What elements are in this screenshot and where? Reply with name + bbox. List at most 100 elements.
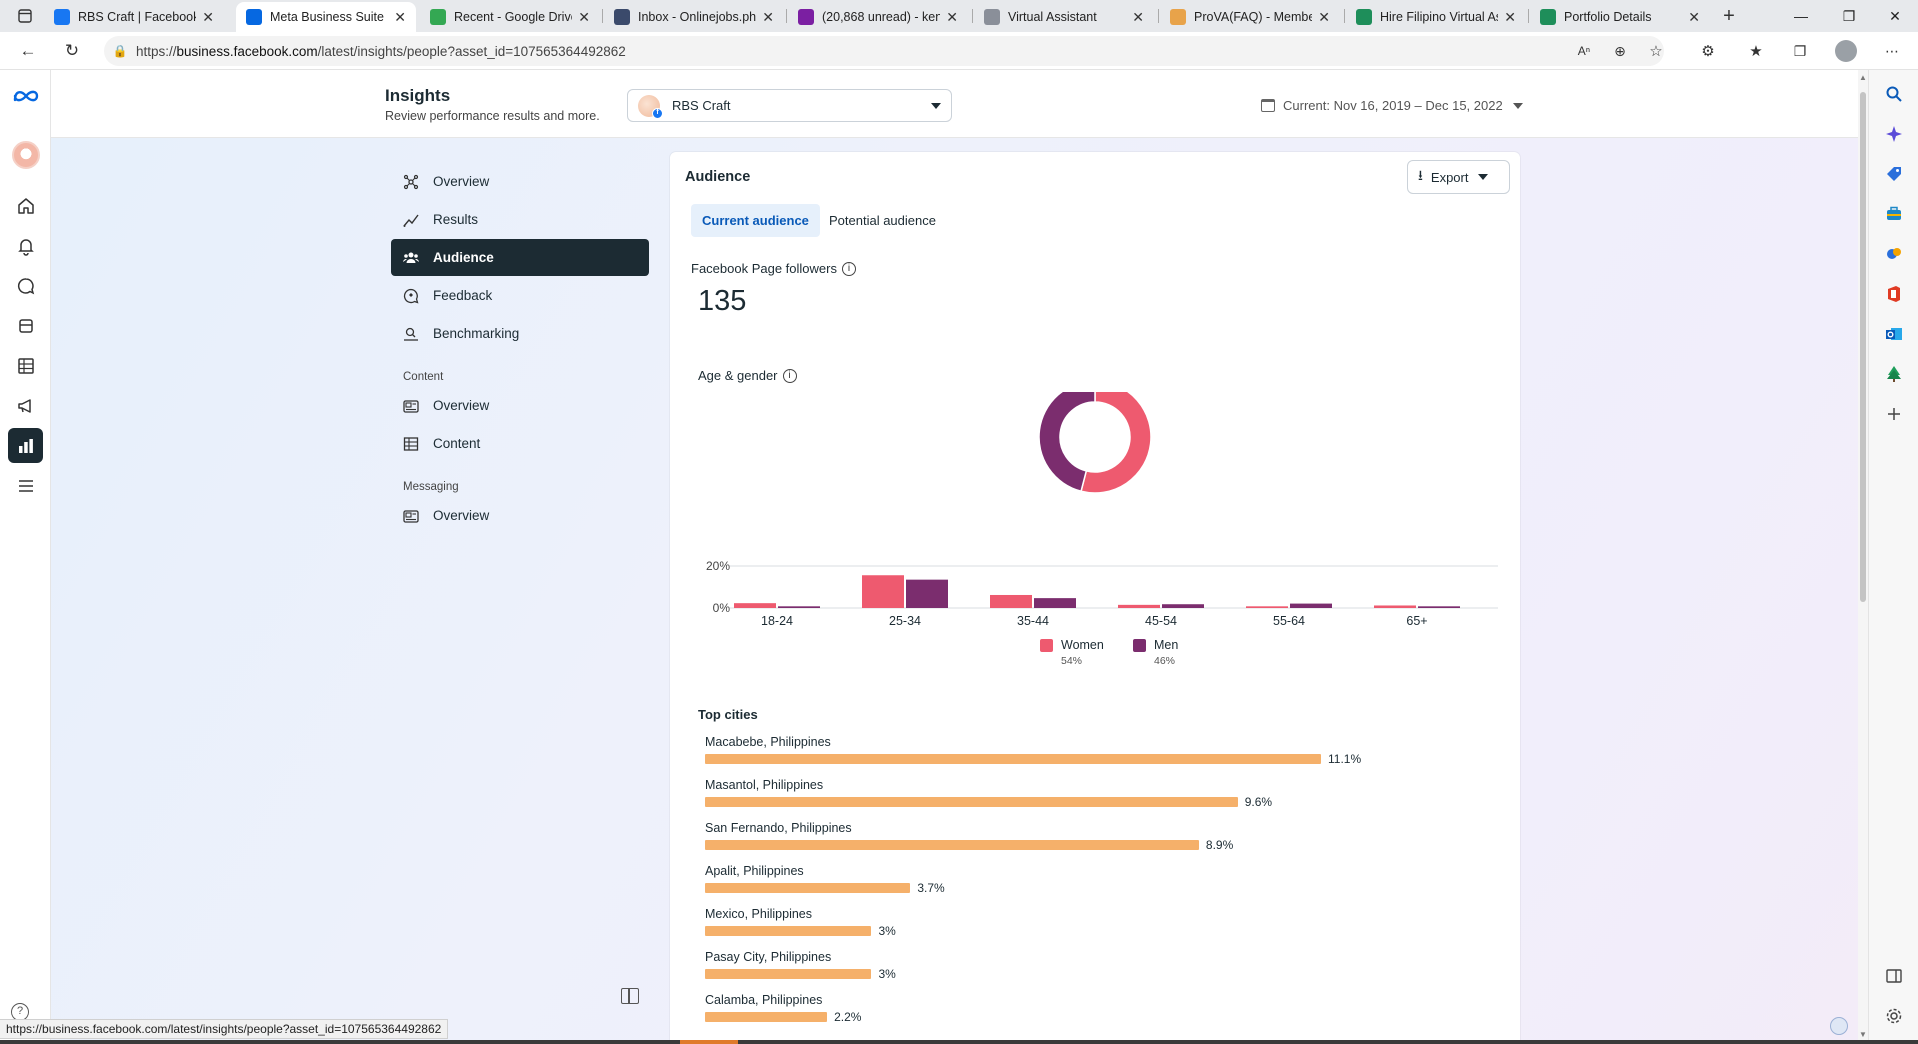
- notifications-bell-icon[interactable]: [8, 228, 43, 263]
- followers-label: Facebook Page followers i: [691, 261, 856, 276]
- close-tab-icon[interactable]: ✕: [1318, 9, 1330, 26]
- insights-chart-icon[interactable]: [8, 428, 43, 463]
- favorite-star-icon[interactable]: ☆: [1640, 32, 1672, 70]
- scroll-up-arrow-icon[interactable]: ▲: [1858, 73, 1868, 82]
- x-tick-label: 55-64: [1273, 614, 1305, 628]
- browser-tab[interactable]: Virtual Assistant ✕: [974, 2, 1154, 32]
- zoom-icon[interactable]: ⊕: [1604, 32, 1636, 70]
- close-tab-icon[interactable]: ✕: [946, 9, 958, 26]
- bookmark-icon: [1356, 9, 1372, 25]
- favorites-icon[interactable]: ★: [1740, 32, 1772, 70]
- messaging-overview-icon: [401, 506, 421, 526]
- account-selector[interactable]: f RBS Craft: [627, 89, 952, 122]
- browser-tab[interactable]: Inbox - Onlinejobs.ph ✕: [604, 2, 784, 32]
- tab-potential-audience[interactable]: Potential audience: [818, 204, 947, 237]
- all-tools-menu-icon[interactable]: [8, 468, 43, 503]
- search-icon[interactable]: [1884, 84, 1904, 104]
- page-subtitle: Review performance results and more.: [385, 109, 600, 123]
- nav-item-audience[interactable]: Audience: [391, 239, 649, 276]
- browser-tab[interactable]: Meta Business Suite ✕: [236, 2, 416, 32]
- close-tab-icon[interactable]: ✕: [1132, 9, 1144, 26]
- export-button[interactable]: ⭳ Export: [1407, 160, 1510, 194]
- google-drive-icon: [430, 9, 446, 25]
- nav-item-content-overview[interactable]: Overview: [391, 387, 649, 424]
- info-icon[interactable]: i: [841, 261, 856, 276]
- browser-tab[interactable]: Portfolio Details ✕: [1530, 2, 1710, 32]
- back-arrow-icon[interactable]: ←: [12, 32, 44, 70]
- profile-avatar-icon[interactable]: [1830, 32, 1862, 70]
- page-scrollbar[interactable]: ▲ ▼: [1858, 70, 1868, 1044]
- minimize-button[interactable]: —: [1778, 0, 1824, 32]
- nav-item-messaging-overview[interactable]: Overview: [391, 497, 649, 534]
- browser-tab[interactable]: Recent - Google Drive ✕: [420, 2, 600, 32]
- browser-tab[interactable]: RBS Craft | Facebook ✕: [44, 2, 224, 32]
- tab-separator: [972, 9, 973, 23]
- nav-item-results[interactable]: Results: [391, 201, 649, 238]
- page-avatar-icon[interactable]: [8, 137, 43, 172]
- browser-tab[interactable]: ProVA(FAQ) - Member ✕: [1160, 2, 1340, 32]
- date-range-picker[interactable]: Current: Nov 16, 2019 – Dec 15, 2022: [1261, 98, 1523, 113]
- legend-item-women[interactable]: Women 54%: [1040, 638, 1104, 667]
- page-title: Insights: [385, 86, 451, 105]
- scrollbar-thumb[interactable]: [1860, 92, 1866, 602]
- games-icon[interactable]: [1884, 244, 1904, 264]
- new-tab-button[interactable]: +: [1716, 0, 1742, 32]
- inbox-chat-icon[interactable]: [8, 268, 43, 303]
- close-window-button[interactable]: ✕: [1872, 0, 1918, 32]
- city-value: 3.7%: [917, 881, 945, 895]
- nav-item-benchmarking[interactable]: Benchmarking: [391, 315, 649, 352]
- close-tab-icon[interactable]: ✕: [578, 9, 590, 26]
- content-icon[interactable]: [8, 308, 43, 343]
- tree-drop-icon[interactable]: [1884, 364, 1904, 384]
- nav-item-content[interactable]: Content: [391, 425, 649, 462]
- close-tab-icon[interactable]: ✕: [202, 9, 214, 26]
- city-bar: [705, 840, 1199, 850]
- info-icon[interactable]: i: [782, 368, 797, 383]
- meta-logo-icon[interactable]: [8, 78, 43, 113]
- nav-item-feedback[interactable]: Feedback: [391, 277, 649, 314]
- more-options-icon[interactable]: ⋯: [1876, 32, 1908, 70]
- close-tab-icon[interactable]: ✕: [394, 9, 406, 26]
- bar-men-45-54: [1162, 604, 1204, 608]
- office-icon[interactable]: [1884, 284, 1904, 304]
- add-icon[interactable]: [1884, 404, 1904, 424]
- tab-actions-icon[interactable]: [14, 0, 36, 32]
- collapse-sidebar-icon[interactable]: [621, 988, 639, 1004]
- restore-button[interactable]: ❐: [1826, 0, 1872, 32]
- tab-current-audience[interactable]: Current audience: [691, 204, 820, 237]
- legend-item-men[interactable]: Men 46%: [1133, 638, 1178, 667]
- split-screen-icon[interactable]: [1884, 966, 1904, 986]
- read-aloud-icon[interactable]: Aⁿ: [1568, 32, 1600, 70]
- lock-icon[interactable]: 🔒: [104, 44, 136, 58]
- globe-status-icon[interactable]: [1830, 1017, 1848, 1035]
- close-tab-icon[interactable]: ✕: [1688, 9, 1700, 26]
- chevron-down-icon: [1478, 174, 1489, 180]
- browser-tab[interactable]: Hire Filipino Virtual As ✕: [1346, 2, 1526, 32]
- tab-separator: [602, 9, 603, 23]
- ads-megaphone-icon[interactable]: [8, 388, 43, 423]
- nav-item-label: Overview: [433, 398, 490, 413]
- tools-briefcase-icon[interactable]: [1884, 204, 1904, 224]
- close-tab-icon[interactable]: ✕: [1504, 9, 1516, 26]
- bar-men-35-44: [1034, 598, 1076, 608]
- shopping-tag-icon[interactable]: [1884, 164, 1904, 184]
- planner-grid-icon[interactable]: [8, 348, 43, 383]
- collections-icon[interactable]: ❐: [1784, 32, 1816, 70]
- nav-item-label: Overview: [433, 508, 490, 523]
- scroll-down-arrow-icon[interactable]: ▼: [1858, 1030, 1868, 1039]
- tab-title: Recent - Google Drive: [454, 10, 573, 24]
- outlook-icon[interactable]: [1884, 324, 1904, 344]
- tab-separator: [1344, 9, 1345, 23]
- city-value: 8.9%: [1205, 838, 1234, 852]
- close-tab-icon[interactable]: ✕: [762, 9, 774, 26]
- nav-item-overview[interactable]: Overview: [391, 163, 649, 200]
- tab-title: RBS Craft | Facebook: [78, 10, 197, 24]
- refresh-icon[interactable]: ↻: [56, 32, 88, 70]
- address-bar[interactable]: 🔒 https://business.facebook.com/latest/i…: [104, 36, 1664, 66]
- extensions-icon[interactable]: ⚙: [1692, 32, 1724, 70]
- browser-tab[interactable]: (20,868 unread) - kend ✕: [788, 2, 968, 32]
- home-icon[interactable]: [8, 188, 43, 223]
- settings-gear-icon[interactable]: [1884, 1006, 1904, 1026]
- copilot-sparkle-icon[interactable]: [1884, 124, 1904, 144]
- chevron-down-icon: [931, 102, 941, 109]
